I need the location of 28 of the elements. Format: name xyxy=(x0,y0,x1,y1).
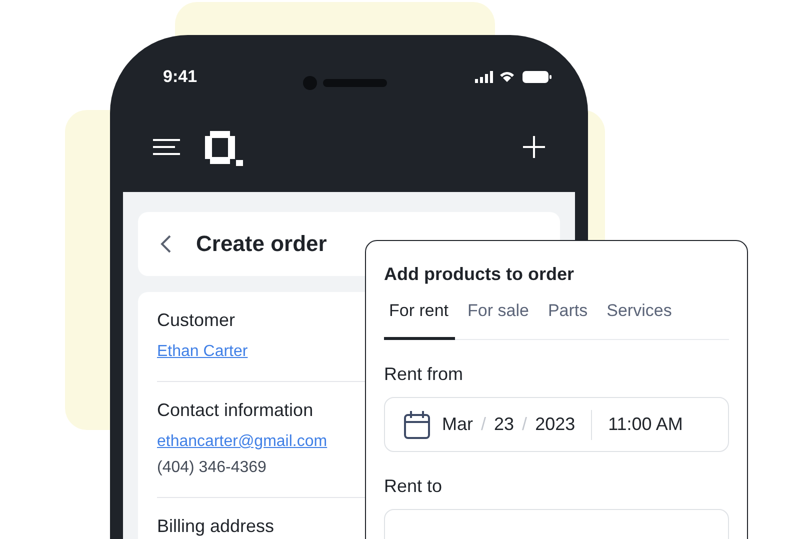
field-label: Rent from xyxy=(384,364,464,385)
logo-icon[interactable] xyxy=(202,131,244,167)
day-value: 23 xyxy=(494,414,514,435)
calendar-icon xyxy=(404,410,430,438)
menu-icon[interactable] xyxy=(153,138,180,156)
month-value: Mar xyxy=(442,414,473,435)
tab[interactable]: For rent xyxy=(384,301,455,340)
tab[interactable]: Parts xyxy=(542,301,594,340)
section-heading: Contact information xyxy=(157,400,314,421)
tab[interactable]: For sale xyxy=(462,301,535,340)
add-icon[interactable] xyxy=(523,136,545,158)
page-title: Create order xyxy=(196,231,327,257)
detail-text: (404) 346-4369 xyxy=(157,459,266,477)
section-heading: Customer xyxy=(157,310,236,331)
section-heading: Billing address xyxy=(157,516,274,537)
popup-title: Add products to order xyxy=(384,264,575,285)
date-separator: / xyxy=(481,414,486,435)
link[interactable]: ethancarter@gmail.com xyxy=(157,433,328,451)
field-label: Rent to xyxy=(384,476,444,497)
camera-speaker-icon xyxy=(303,76,387,90)
tab[interactable]: Services xyxy=(600,301,678,340)
date-time-field[interactable]: Mar / 23 / 2023 11:00 AM xyxy=(384,397,729,452)
back-icon[interactable] xyxy=(160,235,172,253)
year-value: 2023 xyxy=(535,414,576,435)
link[interactable]: Ethan Carter xyxy=(157,343,248,361)
status-time: 9:41 xyxy=(163,67,198,87)
date-separator: / xyxy=(522,414,528,435)
time-value: 11:00 AM xyxy=(608,414,683,435)
